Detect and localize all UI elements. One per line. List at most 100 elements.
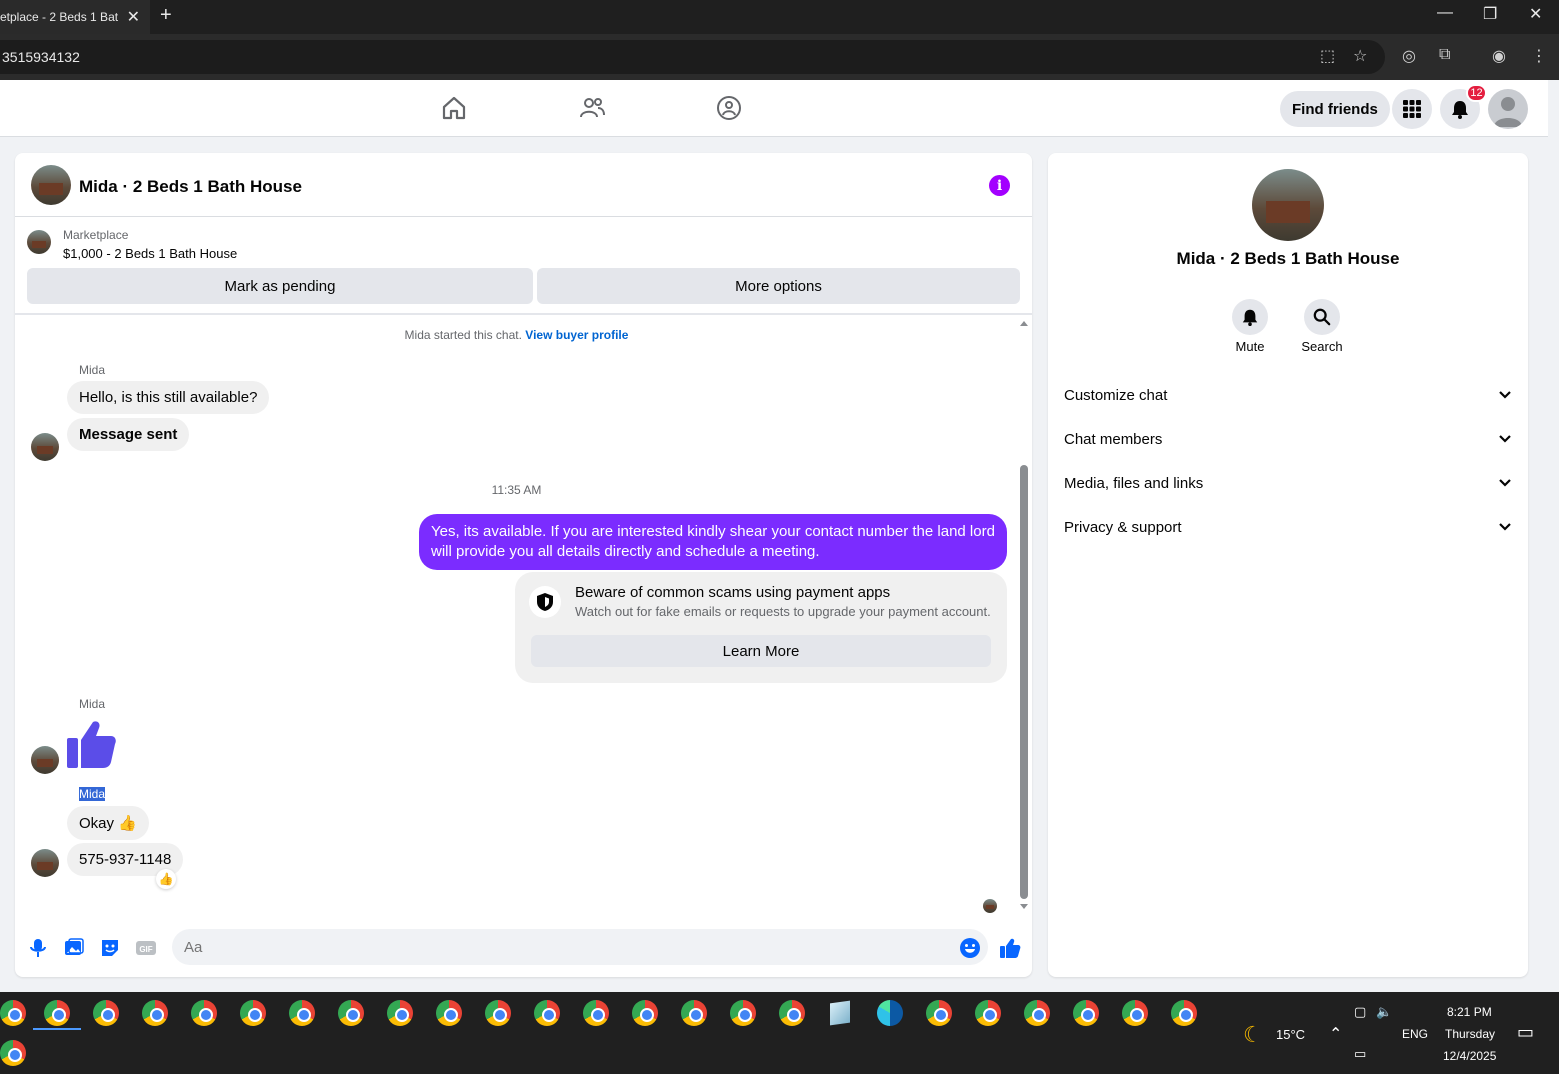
bookmark-star-icon[interactable]: ☆ (1353, 46, 1367, 66)
new-tab-button[interactable]: + (160, 4, 172, 27)
gif-icon[interactable]: GIF (135, 937, 157, 959)
network-icon[interactable]: ▭ (1354, 1046, 1366, 1062)
scam-warning-title: Beware of common scams using payment app… (575, 584, 891, 601)
volume-icon[interactable]: 🔈 (1376, 1004, 1392, 1020)
photo-icon[interactable] (63, 937, 85, 959)
groups-icon[interactable] (715, 94, 743, 122)
extensions-icon[interactable]: ⧉ (1439, 46, 1450, 64)
browser-tab[interactable]: etplace - 2 Beds 1 Bat ✕ (0, 0, 150, 34)
notification-badge: 12 (1466, 84, 1487, 102)
friends-icon[interactable] (578, 94, 606, 122)
mute-button[interactable] (1232, 299, 1268, 335)
chrome-taskbar-icon[interactable] (485, 1000, 511, 1026)
device-icon[interactable]: ▢ (1354, 1004, 1366, 1020)
customize-chat-row[interactable]: Customize chat (1064, 377, 1512, 413)
home-icon[interactable] (440, 94, 468, 122)
chrome-taskbar-icon[interactable] (975, 1000, 1001, 1026)
conversation-avatar[interactable] (1252, 169, 1324, 241)
chrome-taskbar-icon[interactable] (0, 1040, 26, 1066)
more-options-button[interactable]: More options (537, 268, 1020, 304)
tab-close-icon[interactable]: ✕ (127, 7, 140, 27)
sticker-icon[interactable] (99, 937, 121, 959)
find-friends-button[interactable]: Find friends (1280, 91, 1390, 127)
tray-chevron-up-icon[interactable]: ⌃ (1329, 1024, 1342, 1044)
clock-day[interactable]: Thursday (1445, 1027, 1495, 1041)
chrome-taskbar-icon[interactable] (436, 1000, 462, 1026)
incoming-message[interactable]: Hello, is this still available? (67, 381, 270, 414)
mark-pending-button[interactable]: Mark as pending (27, 268, 533, 304)
chrome-taskbar-icon[interactable] (338, 1000, 364, 1026)
chrome-taskbar-icon[interactable] (1171, 1000, 1197, 1026)
chrome-taskbar-icon[interactable] (142, 1000, 168, 1026)
listing-title[interactable]: $1,000 - 2 Beds 1 Bath House (63, 246, 237, 261)
profile-icon[interactable]: ◉ (1492, 46, 1506, 66)
learn-more-button[interactable]: Learn More (531, 635, 991, 667)
chrome-taskbar-icon[interactable] (779, 1000, 805, 1026)
minimize-icon[interactable]: — (1437, 4, 1453, 22)
scroll-down-icon[interactable] (1019, 903, 1029, 911)
chat-avatar[interactable] (31, 165, 71, 205)
chrome-taskbar-icon[interactable] (240, 1000, 266, 1026)
sender-avatar[interactable] (31, 746, 59, 774)
menu-dots-icon[interactable]: ⋮ (1531, 46, 1547, 66)
message-input[interactable] (172, 929, 988, 965)
chrome-taskbar-icon[interactable] (387, 1000, 413, 1026)
account-avatar[interactable] (1488, 89, 1528, 129)
sender-avatar[interactable] (31, 433, 59, 461)
microphone-icon[interactable] (27, 937, 49, 959)
chrome-taskbar-icon[interactable] (191, 1000, 217, 1026)
chrome-taskbar-icon[interactable] (1073, 1000, 1099, 1026)
maximize-icon[interactable]: ❐ (1483, 4, 1497, 24)
chrome-taskbar-icon[interactable] (583, 1000, 609, 1026)
marketplace-label: Marketplace (63, 228, 129, 242)
clock-date[interactable]: 12/4/2025 (1443, 1049, 1496, 1063)
chevron-down-icon (1499, 391, 1511, 399)
chrome-taskbar-icon[interactable] (1122, 1000, 1148, 1026)
listing-thumbnail[interactable] (27, 230, 51, 254)
scroll-thumb[interactable] (1020, 465, 1028, 899)
chrome-taskbar-icon[interactable] (534, 1000, 560, 1026)
chrome-taskbar-icon[interactable] (926, 1000, 952, 1026)
view-buyer-profile-link[interactable]: View buyer profile (525, 328, 628, 342)
large-like-icon[interactable] (65, 718, 117, 770)
emoji-icon[interactable] (959, 937, 981, 959)
chrome-taskbar-icon[interactable] (730, 1000, 756, 1026)
chrome-taskbar-icon[interactable] (681, 1000, 707, 1026)
input-language[interactable]: ENG (1402, 1027, 1428, 1041)
notification-center-icon[interactable]: ▭ (1517, 1022, 1534, 1043)
incoming-message[interactable]: Okay 👍 (67, 806, 149, 840)
svg-text:GIF: GIF (139, 945, 152, 954)
incoming-message[interactable]: Message sent (67, 418, 190, 451)
chrome-taskbar-icon[interactable] (0, 1000, 26, 1026)
url-input[interactable]: 3515934132 (0, 40, 1385, 74)
weather-temperature[interactable]: 15°C (1276, 1027, 1305, 1042)
window-close-icon[interactable]: ✕ (1529, 4, 1542, 24)
install-icon[interactable]: ⬚ (1320, 46, 1335, 66)
default-avatar-icon (1494, 97, 1522, 127)
privacy-support-row[interactable]: Privacy & support (1064, 509, 1512, 545)
like-send-icon[interactable] (999, 937, 1021, 959)
globe-icon[interactable]: ◎ (1402, 46, 1416, 66)
scroll-up-icon[interactable] (1019, 319, 1029, 327)
notepad-taskbar-icon[interactable] (830, 1000, 850, 1026)
chrome-taskbar-icon[interactable] (44, 1000, 70, 1026)
clock-time[interactable]: 8:21 PM (1447, 1005, 1492, 1019)
sender-avatar[interactable] (31, 849, 59, 877)
chat-members-row[interactable]: Chat members (1064, 421, 1512, 457)
search-button[interactable] (1304, 299, 1340, 335)
menu-grid-button[interactable] (1392, 89, 1432, 129)
chrome-taskbar-icon[interactable] (1024, 1000, 1050, 1026)
info-icon[interactable]: i (989, 175, 1010, 196)
chrome-taskbar-icon[interactable] (289, 1000, 315, 1026)
page-scrollbar[interactable] (1548, 80, 1559, 992)
outgoing-message[interactable]: Yes, its available. If you are intereste… (419, 514, 1007, 570)
media-files-links-row[interactable]: Media, files and links (1064, 465, 1512, 501)
moon-weather-icon[interactable]: ☾ (1243, 1022, 1263, 1048)
chat-start-notice: Mida started this chat. View buyer profi… (15, 328, 1018, 342)
thumbs-up-reaction-icon[interactable]: 👍 (156, 869, 176, 889)
chrome-taskbar-icon[interactable] (93, 1000, 119, 1026)
chrome-taskbar-icon[interactable] (632, 1000, 658, 1026)
chat-title[interactable]: Mida · 2 Beds 1 Bath House (79, 177, 302, 197)
edge-taskbar-icon[interactable] (877, 1000, 903, 1026)
chat-scrollbar[interactable] (1017, 315, 1031, 915)
